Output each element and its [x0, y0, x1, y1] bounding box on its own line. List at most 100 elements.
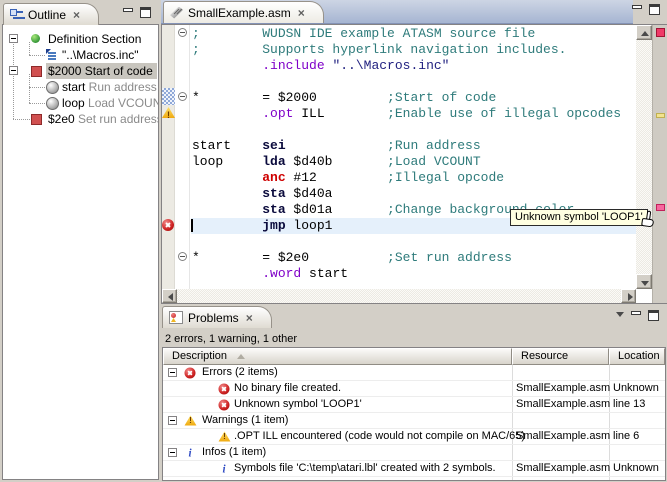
code-line[interactable]: * = $2e0 ;Set run address: [191, 250, 636, 266]
code-token: [192, 106, 262, 121]
problems-row[interactable]: Unknown symbol 'LOOP1'SmallExample.asmli…: [163, 397, 665, 413]
code-line[interactable]: .opt ILL ;Enable use of illegal opcodes: [191, 106, 636, 122]
error-annotation-icon[interactable]: [162, 219, 174, 231]
code-token: ; WUDSN IDE example ATASM source file: [192, 26, 535, 41]
minimize-button[interactable]: [631, 311, 641, 315]
column-header-location[interactable]: Location: [609, 348, 665, 365]
row-expander-icon: [168, 368, 177, 377]
code-line[interactable]: [191, 122, 636, 138]
tab-editor-smallexample[interactable]: SmallExample.asm ×: [163, 1, 324, 23]
minimize-button[interactable]: [632, 5, 642, 9]
code-line[interactable]: loop lda $d40b ;Load VCOUNT: [191, 154, 636, 170]
scroll-left-button[interactable]: [162, 289, 177, 303]
code-token: sei: [262, 138, 285, 153]
outline-tree-item[interactable]: $2000 Start of code: [4, 63, 157, 79]
outline-tree-item[interactable]: loop Load VCOUNT: [4, 95, 157, 111]
arrow-left-icon: [168, 293, 173, 301]
problem-location: Unknown: [613, 461, 659, 476]
arrow-up-icon: [641, 31, 649, 36]
minimize-button[interactable]: [123, 8, 133, 12]
column-header-description[interactable]: Description: [163, 348, 512, 365]
folding-column[interactable]: [176, 25, 190, 289]
code-line[interactable]: start sei ;Run address: [191, 138, 636, 154]
scroll-right-button[interactable]: [621, 289, 636, 303]
overview-error-marker[interactable]: [656, 204, 665, 211]
horizontal-scrollbar[interactable]: [162, 289, 636, 303]
problem-resource: SmallExample.asm: [516, 381, 610, 396]
code-token: sta: [262, 202, 285, 217]
scrollbar-track[interactable]: [162, 289, 636, 303]
eclipse-workbench: { "outline": { "tab_label": "Outline", "…: [0, 0, 667, 482]
error-icon: [184, 367, 195, 378]
outline-tree[interactable]: Definition Section"..\Macros.inc"$2000 S…: [4, 26, 157, 478]
code-line[interactable]: * = $2000 ;Start of code: [191, 90, 636, 106]
fold-toggle-icon[interactable]: [178, 252, 187, 261]
problem-location: Unknown: [613, 381, 659, 396]
warning-icon: [219, 431, 231, 441]
maximize-button[interactable]: [140, 7, 151, 18]
maximize-button[interactable]: [649, 4, 660, 15]
code-token: .word: [262, 266, 301, 281]
code-token: .opt: [262, 106, 293, 121]
range-indicator: [162, 88, 175, 105]
code-line[interactable]: [191, 74, 636, 90]
tree-item-label: $2000 Start of code: [48, 64, 153, 78]
scroll-up-button[interactable]: [636, 25, 652, 40]
outline-tree-item[interactable]: "..\Macros.inc": [4, 47, 157, 63]
problems-row[interactable]: iSymbols file 'C:\temp\atari.lbl' create…: [163, 461, 665, 477]
code-line[interactable]: [191, 234, 636, 250]
outline-view: Outline × Definition Section"..\Macros.i…: [2, 2, 159, 480]
red-square-icon: [30, 113, 42, 125]
annotation-ruler[interactable]: [162, 25, 175, 289]
code-line[interactable]: ; Supports hyperlink navigation includes…: [191, 42, 636, 58]
code-line[interactable]: .word start: [191, 266, 636, 282]
tree-item-label: start: [62, 80, 85, 94]
problems-row[interactable]: .OPT ILL encountered (code would not com…: [163, 429, 665, 445]
code-line[interactable]: .include "..\Macros.inc": [191, 58, 636, 74]
problem-description: Warnings (1 item): [202, 413, 288, 428]
tab-problems[interactable]: Problems ×: [162, 306, 272, 328]
warning-icon: [162, 107, 175, 118]
vertical-scrollbar[interactable]: [636, 25, 652, 289]
problems-row[interactable]: No binary file created.SmallExample.asmU…: [163, 381, 665, 397]
problems-row[interactable]: Errors (2 items): [163, 365, 665, 381]
outline-tree-item[interactable]: $2e0 Set run address: [4, 111, 157, 127]
outline-tree-item[interactable]: start Run address: [4, 79, 157, 95]
problems-rows: Errors (2 items)No binary file created.S…: [163, 365, 665, 480]
problems-row[interactable]: iInfos (1 item): [163, 445, 665, 461]
code-token: ;Enable use of illegal opcodes: [387, 106, 621, 121]
code-line[interactable]: ; WUDSN IDE example ATASM source file: [191, 26, 636, 42]
fold-toggle-icon[interactable]: [178, 28, 187, 37]
tab-outline[interactable]: Outline ×: [3, 3, 99, 25]
tab-problems-label: Problems: [188, 311, 239, 325]
hand-cursor: [641, 210, 659, 230]
code-line[interactable]: sta $d40a: [191, 186, 636, 202]
overview-ruler[interactable]: [652, 25, 667, 303]
tree-item-suffix: Load VCOUNT: [85, 96, 159, 110]
code-token: loop1: [286, 218, 333, 233]
green-circle-icon: [30, 33, 42, 45]
close-icon[interactable]: ×: [246, 313, 253, 323]
column-header-resource[interactable]: Resource: [512, 348, 609, 365]
fold-toggle-icon[interactable]: [178, 92, 187, 101]
code-token: * = $2e0: [192, 250, 387, 265]
overview-error-indicator[interactable]: [656, 28, 665, 37]
code-line[interactable]: anc #12 ;Illegal opcode: [191, 170, 636, 186]
outline-tree-item[interactable]: Definition Section: [4, 31, 157, 47]
view-menu-icon[interactable]: [616, 312, 624, 321]
warning-annotation-icon[interactable]: [162, 107, 174, 119]
problem-resource: SmallExample.asm: [516, 397, 610, 412]
gray-ball-icon: [46, 97, 58, 109]
close-icon[interactable]: ×: [73, 10, 80, 20]
code-token: anc: [262, 170, 285, 185]
include-file-icon: [46, 49, 58, 61]
close-icon[interactable]: ×: [298, 8, 305, 18]
code-area[interactable]: ; WUDSN IDE example ATASM source file; S…: [191, 25, 636, 289]
code-token: start: [301, 266, 348, 281]
problems-row[interactable]: Warnings (1 item): [163, 413, 665, 429]
maximize-button[interactable]: [648, 310, 659, 321]
scroll-down-button[interactable]: [636, 274, 652, 289]
code-token: [192, 170, 262, 185]
scrollbar-track[interactable]: [636, 25, 652, 289]
overview-warning-marker[interactable]: [656, 113, 665, 118]
